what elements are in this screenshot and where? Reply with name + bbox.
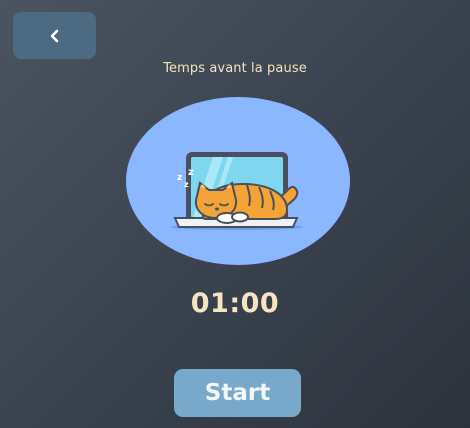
- sleeping-cat-on-laptop-icon: z z z: [126, 97, 350, 265]
- svg-text:z: z: [177, 173, 182, 183]
- svg-text:z: z: [188, 167, 194, 178]
- chevron-left-icon: [50, 29, 58, 42]
- back-button[interactable]: [13, 12, 96, 59]
- svg-text:z: z: [184, 180, 189, 189]
- page-subtitle: Temps avant la pause: [163, 61, 307, 76]
- start-button[interactable]: Start: [174, 369, 301, 417]
- timer-display: 01:00: [190, 288, 280, 319]
